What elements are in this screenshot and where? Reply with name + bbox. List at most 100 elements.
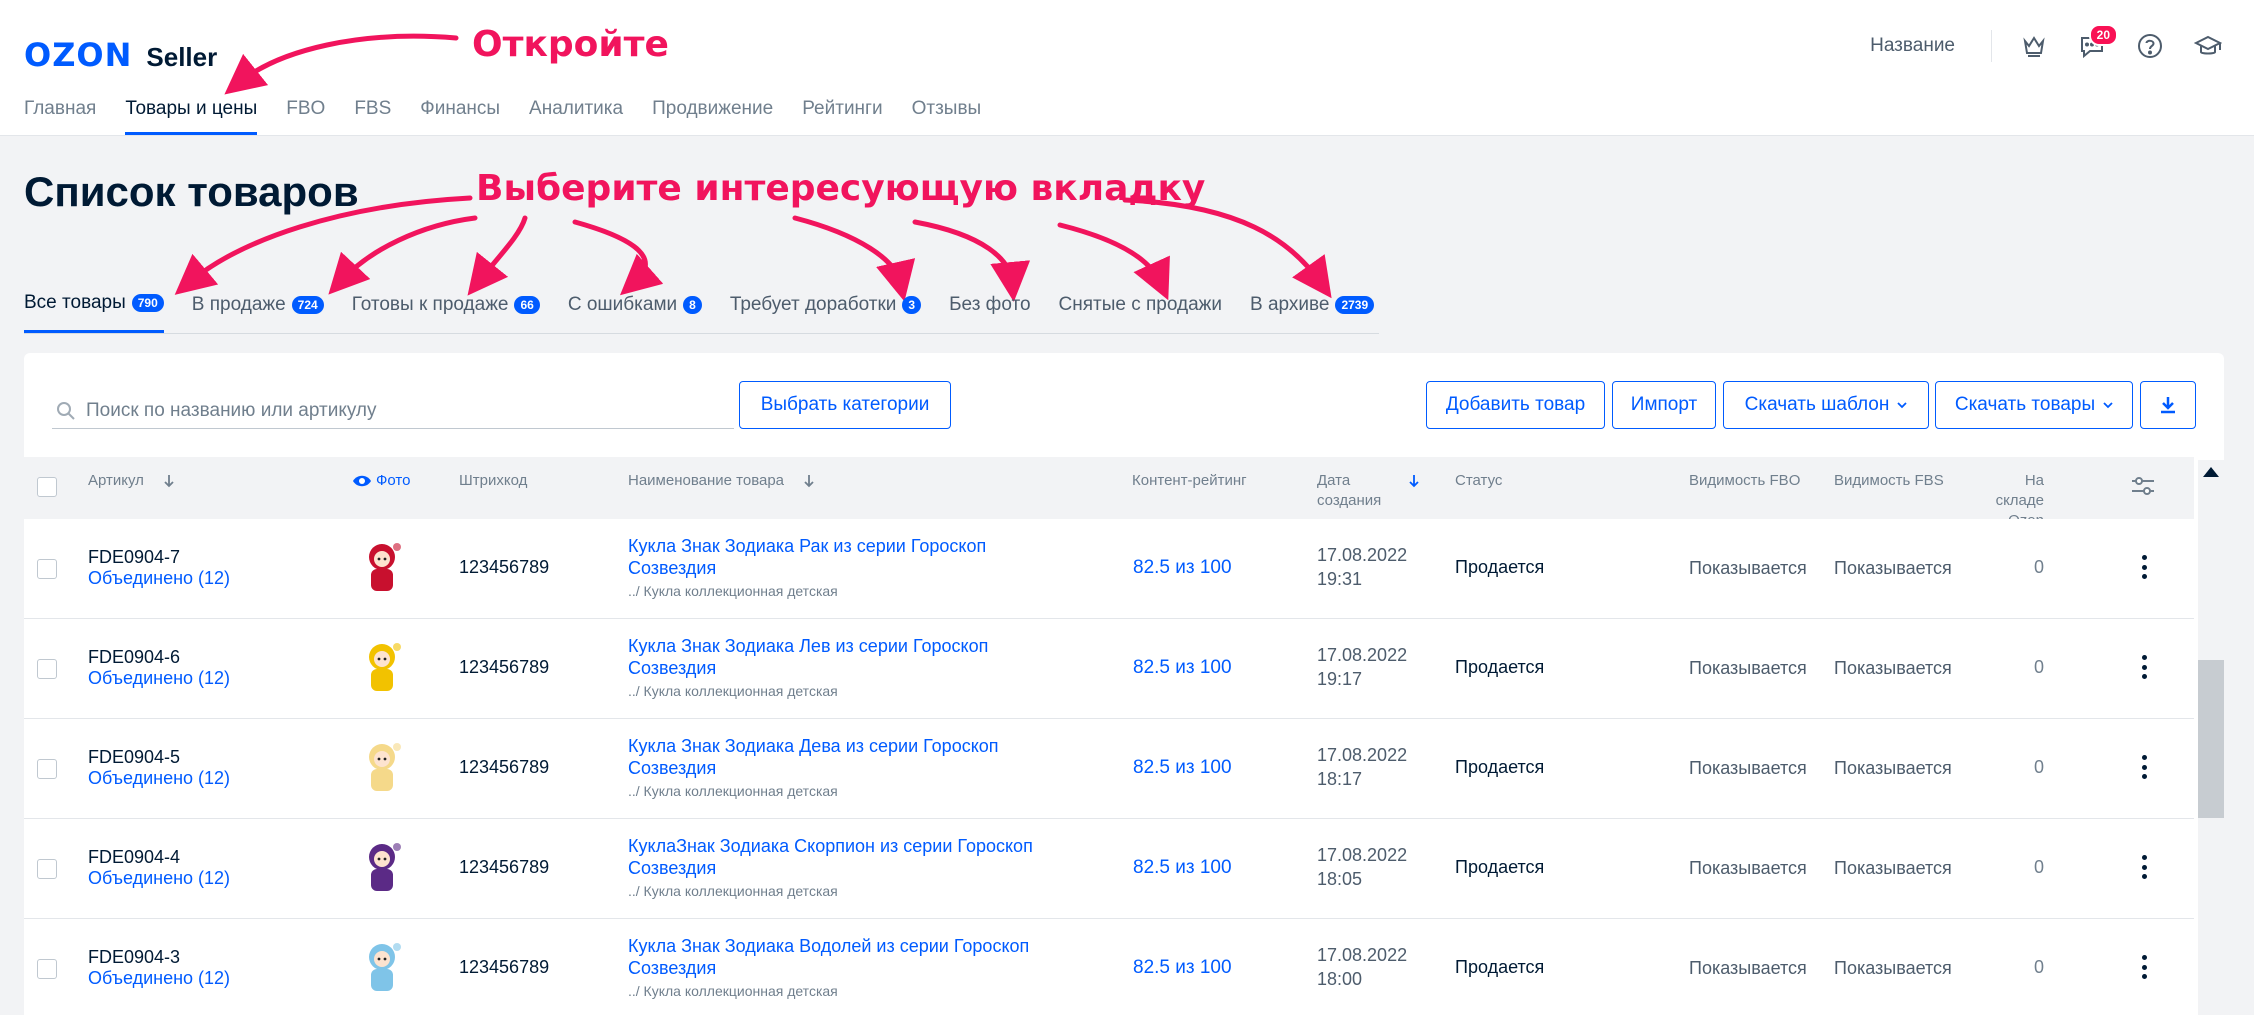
- download-products-button[interactable]: Скачать товары: [1935, 381, 2133, 429]
- barcode-value: 123456789: [459, 557, 550, 577]
- product-photo[interactable]: [359, 739, 405, 797]
- table-row[interactable]: FDE0904-3 Объединено (12) 123456789 Кукл…: [24, 919, 2194, 1015]
- nav-item-fbo[interactable]: FBO: [286, 98, 325, 135]
- product-name-cell: КуклаЗнак Зодиака Скорпион из серии Горо…: [628, 835, 1068, 899]
- column-sku[interactable]: Артикул: [88, 471, 176, 491]
- ozon-seller-logo[interactable]: OZON Seller: [24, 36, 217, 74]
- fbo-visibility-value: Показывается: [1689, 958, 1807, 978]
- product-name-cell: Кукла Знак Зодиака Рак из серии Гороскоп…: [628, 535, 1068, 599]
- product-category: ../ Кукла коллекционная детская: [628, 683, 838, 699]
- import-button[interactable]: Импорт: [1612, 381, 1716, 429]
- content-rating-link[interactable]: 82.5 из 100: [1133, 757, 1232, 779]
- content-rating-link[interactable]: 82.5 из 100: [1133, 957, 1232, 979]
- divider: [1991, 30, 1992, 62]
- column-label-line1: Дата: [1317, 472, 1351, 489]
- sku-cell: FDE0904-7 Объединено (12): [88, 547, 230, 589]
- main-nav: Главная Товары и цены FBO FBS Финансы Ан…: [24, 98, 981, 135]
- nav-item-products-prices[interactable]: Товары и цены: [125, 98, 258, 135]
- table-row[interactable]: FDE0904-7 Объединено (12) 123456789 Кукл…: [24, 519, 2194, 619]
- column-photo[interactable]: Фото: [352, 471, 410, 491]
- row-menu-icon[interactable]: [2140, 755, 2148, 779]
- row-menu-icon[interactable]: [2140, 555, 2148, 579]
- content-rating-link[interactable]: 82.5 из 100: [1133, 557, 1232, 579]
- select-all-checkbox[interactable]: [37, 477, 57, 497]
- product-photo[interactable]: [359, 939, 405, 997]
- created-date-cell: 17.08.2022 19:17: [1317, 643, 1407, 691]
- product-photo[interactable]: [359, 539, 405, 597]
- fbo-visibility-value: Показывается: [1689, 558, 1807, 578]
- row-checkbox[interactable]: [37, 959, 57, 979]
- company-name[interactable]: Название: [1870, 35, 1955, 57]
- eye-icon: [353, 475, 371, 487]
- crown-icon[interactable]: [2018, 30, 2050, 62]
- product-name-link[interactable]: Кукла Знак Зодиака Рак из серии Гороскоп…: [628, 535, 1068, 579]
- sort-arrow-active-icon[interactable]: [1407, 473, 1421, 489]
- row-checkbox[interactable]: [37, 559, 57, 579]
- tab-all-products[interactable]: Все товары 790: [24, 292, 164, 333]
- graduation-cap-icon[interactable]: [2192, 30, 2224, 62]
- choose-categories-button[interactable]: Выбрать категории: [739, 381, 951, 429]
- product-name-link[interactable]: Кукла Знак Зодиака Лев из серии Гороскоп…: [628, 635, 1068, 679]
- messages-badge: 20: [2088, 24, 2118, 46]
- created-time: 18:05: [1317, 869, 1363, 889]
- nav-item-ratings[interactable]: Рейтинги: [802, 98, 882, 135]
- download-template-button[interactable]: Скачать шаблон: [1723, 381, 1929, 429]
- column-settings-icon[interactable]: [2130, 475, 2156, 497]
- search-input[interactable]: [86, 399, 706, 422]
- tab-no-photo[interactable]: Без фото: [949, 292, 1030, 333]
- chevron-down-icon: [1897, 402, 1907, 409]
- created-time: 18:17: [1317, 769, 1363, 789]
- download-button[interactable]: [2140, 381, 2196, 429]
- scrollbar-thumb[interactable]: [2198, 660, 2224, 818]
- table-row[interactable]: FDE0904-5 Объединено (12) 123456789 Кукл…: [24, 719, 2194, 819]
- product-name-link[interactable]: Кукла Знак Зодиака Дева из серии Гороско…: [628, 735, 1068, 779]
- product-name-link[interactable]: КуклаЗнак Зодиака Скорпион из серии Горо…: [628, 835, 1068, 879]
- tab-count-badge: 3: [902, 295, 922, 314]
- table-row[interactable]: FDE0904-4 Объединено (12) 123456789 Кукл…: [24, 819, 2194, 919]
- tab-count-badge: 66: [514, 295, 540, 314]
- nav-item-fbs[interactable]: FBS: [354, 98, 391, 135]
- content-rating-link[interactable]: 82.5 из 100: [1133, 657, 1232, 679]
- row-checkbox[interactable]: [37, 859, 57, 879]
- product-photo[interactable]: [359, 839, 405, 897]
- merged-link[interactable]: Объединено (12): [88, 768, 230, 789]
- content-rating-link[interactable]: 82.5 из 100: [1133, 857, 1232, 879]
- help-icon[interactable]: [2134, 30, 2166, 62]
- tab-label: В архиве: [1250, 293, 1330, 315]
- chat-icon[interactable]: 20: [2076, 24, 2118, 62]
- column-product-name[interactable]: Наименование товара: [628, 471, 816, 491]
- created-time: 18:00: [1317, 969, 1363, 989]
- column-created-date[interactable]: Дата создания: [1317, 471, 1381, 511]
- nav-item-home[interactable]: Главная: [24, 98, 96, 135]
- nav-item-finance[interactable]: Финансы: [420, 98, 500, 135]
- row-menu-icon[interactable]: [2140, 655, 2148, 679]
- merged-link[interactable]: Объединено (12): [88, 868, 230, 889]
- row-menu-icon[interactable]: [2140, 855, 2148, 879]
- row-checkbox[interactable]: [37, 759, 57, 779]
- tab-removed-from-sale[interactable]: Снятые с продажи: [1059, 292, 1222, 333]
- sort-arrow-icon: [804, 475, 814, 488]
- row-menu-icon[interactable]: [2140, 955, 2148, 979]
- product-photo[interactable]: [359, 639, 405, 697]
- tab-needs-revision[interactable]: Требует доработки 3: [730, 292, 922, 333]
- scroll-up-arrow-icon[interactable]: [2203, 467, 2219, 477]
- product-name-link[interactable]: Кукла Знак Зодиака Водолей из серии Горо…: [628, 935, 1068, 979]
- tab-on-sale[interactable]: В продаже 724: [192, 292, 324, 333]
- row-checkbox[interactable]: [37, 659, 57, 679]
- tab-archive[interactable]: В архиве 2739: [1250, 292, 1375, 333]
- merged-link[interactable]: Объединено (12): [88, 668, 230, 689]
- nav-item-promotion[interactable]: Продвижение: [652, 98, 773, 135]
- tab-with-errors[interactable]: С ошибками 8: [568, 292, 702, 333]
- fbo-visibility-value: Показывается: [1689, 658, 1807, 678]
- barcode-value: 123456789: [459, 757, 550, 777]
- merged-link[interactable]: Объединено (12): [88, 568, 230, 589]
- add-product-button[interactable]: Добавить товар: [1426, 381, 1605, 429]
- nav-item-analytics[interactable]: Аналитика: [529, 98, 623, 135]
- nav-item-reviews[interactable]: Отзывы: [912, 98, 982, 135]
- created-date: 17.08.2022: [1317, 945, 1408, 965]
- table-row[interactable]: FDE0904-6 Объединено (12) 123456789 Кукл…: [24, 619, 2194, 719]
- chevron-down-icon: [2103, 402, 2113, 409]
- merged-link[interactable]: Объединено (12): [88, 968, 230, 989]
- search-box: [52, 393, 734, 429]
- tab-ready-for-sale[interactable]: Готовы к продаже 66: [352, 292, 540, 333]
